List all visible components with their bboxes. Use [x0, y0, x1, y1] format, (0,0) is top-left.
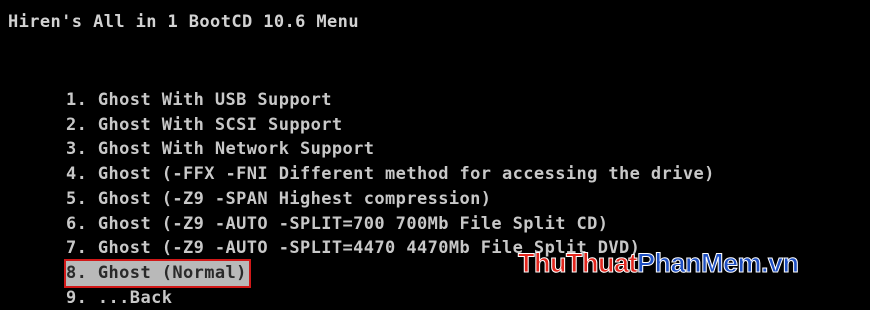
- watermark-part-1: ThuThuat: [518, 248, 638, 279]
- menu-item-label: 4. Ghost (-FFX -FNI Different method for…: [66, 164, 715, 185]
- menu-item-ghost-z9-span[interactable]: 5. Ghost (-Z9 -SPAN Highest compression): [66, 187, 715, 212]
- boot-menu-screen: Hiren's All in 1 BootCD 10.6 Menu 1. Gho…: [0, 0, 870, 308]
- menu-item-ghost-scsi[interactable]: 2. Ghost With SCSI Support: [66, 113, 715, 138]
- menu-item-label-selected: 8. Ghost (Normal): [64, 258, 251, 288]
- menu-item-label: 1. Ghost With USB Support: [66, 90, 332, 110]
- menu-item-label: 2. Ghost With SCSI Support: [66, 114, 343, 135]
- watermark-part-2: PhanMem: [636, 248, 762, 279]
- menu-title: Hiren's All in 1 BootCD 10.6 Menu: [8, 12, 359, 32]
- watermark-part-3: .vn: [761, 248, 800, 279]
- menu-item-ghost-network[interactable]: 3. Ghost With Network Support: [66, 137, 715, 162]
- site-watermark-logo: ThuThuatPhanMem.vn: [518, 248, 800, 279]
- menu-item-ghost-ffx-fni[interactable]: 4. Ghost (-FFX -FNI Different method for…: [66, 162, 715, 187]
- menu-item-ghost-usb[interactable]: 1. Ghost With USB Support: [66, 88, 715, 113]
- menu-item-label: 3. Ghost With Network Support: [66, 139, 375, 160]
- menu-item-ghost-split-cd[interactable]: 6. Ghost (-Z9 -AUTO -SPLIT=700 700Mb Fil…: [66, 212, 715, 237]
- menu-item-label: 5. Ghost (-Z9 -SPAN Highest compression): [66, 188, 492, 209]
- menu-item-label: 6. Ghost (-Z9 -AUTO -SPLIT=700 700Mb Fil…: [66, 213, 609, 234]
